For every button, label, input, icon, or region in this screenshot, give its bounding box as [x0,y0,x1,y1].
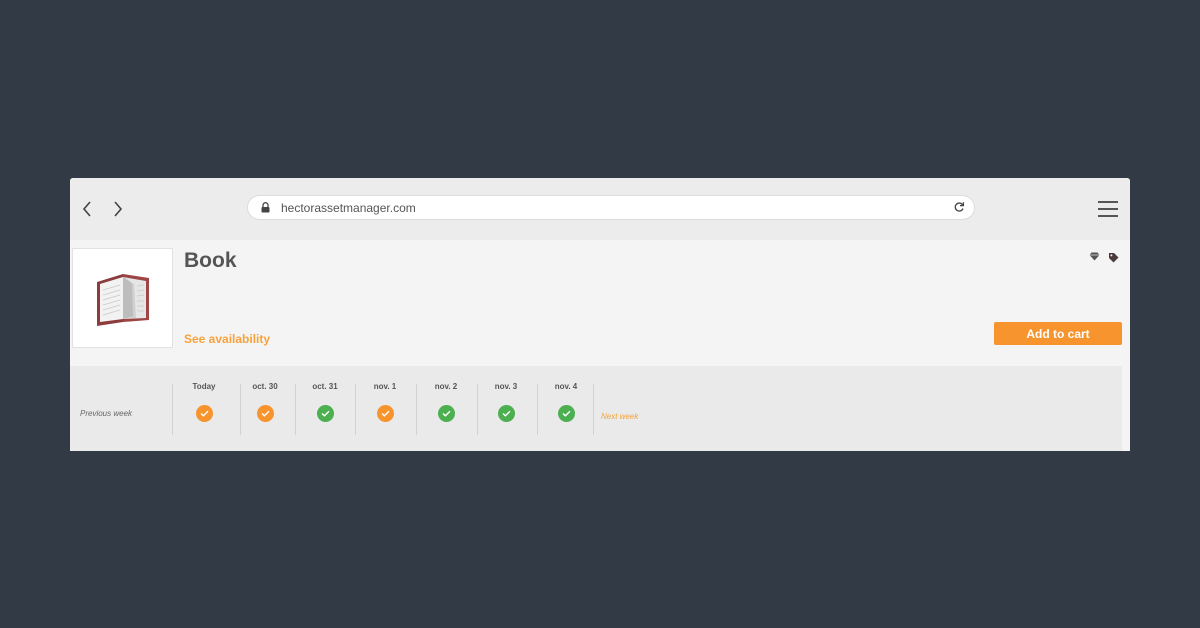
calendar-day: oct. 31 [295,382,355,422]
product-title: Book [184,249,237,272]
calendar-day: oct. 30 [235,382,295,422]
day-label: nov. 1 [373,382,397,391]
calendar-day: nov. 3 [476,382,536,422]
calendar-day: nov. 1 [355,382,415,422]
partial-availability-check-icon[interactable] [195,405,213,422]
browser-window: hectorassetmanager.com Book See availabi… [70,178,1130,451]
day-label: nov. 2 [434,382,458,391]
tag-icon[interactable] [1108,252,1119,263]
day-label: oct. 31 [312,382,338,391]
product-image [72,248,173,348]
hamburger-menu-icon[interactable] [1098,201,1118,217]
available-check-icon[interactable] [497,405,515,422]
calendar-day: Today [174,382,234,422]
browser-toolbar: hectorassetmanager.com [70,178,1130,240]
book-icon [96,274,149,326]
previous-week-link[interactable]: Previous week [80,409,132,418]
reload-icon[interactable] [953,201,965,213]
calendar-day: nov. 4 [536,382,596,422]
partial-availability-check-icon[interactable] [256,405,274,422]
diamond-icon[interactable] [1089,252,1100,261]
day-label: nov. 4 [554,382,578,391]
day-label: oct. 30 [252,382,278,391]
availability-calendar: Previous week Today oct. 30 oct. 31 nov.… [70,366,1122,451]
day-label: nov. 3 [494,382,518,391]
add-to-cart-button[interactable]: Add to cart [994,322,1122,345]
available-check-icon[interactable] [437,405,455,422]
url-text: hectorassetmanager.com [281,201,416,215]
lock-icon [261,202,270,213]
back-button[interactable] [77,198,97,220]
see-availability-link[interactable]: See availability [184,332,270,346]
chevron-right-icon [114,201,123,217]
chevron-left-icon [82,201,91,217]
day-label: Today [192,382,216,391]
address-bar[interactable]: hectorassetmanager.com [247,195,975,220]
next-week-link[interactable]: Next week [601,412,638,421]
forward-button[interactable] [108,198,128,220]
calendar-day: nov. 2 [416,382,476,422]
partial-availability-check-icon[interactable] [376,405,394,422]
product-tags [1089,252,1119,263]
divider [172,384,173,435]
available-check-icon[interactable] [316,405,334,422]
available-check-icon[interactable] [557,405,575,422]
